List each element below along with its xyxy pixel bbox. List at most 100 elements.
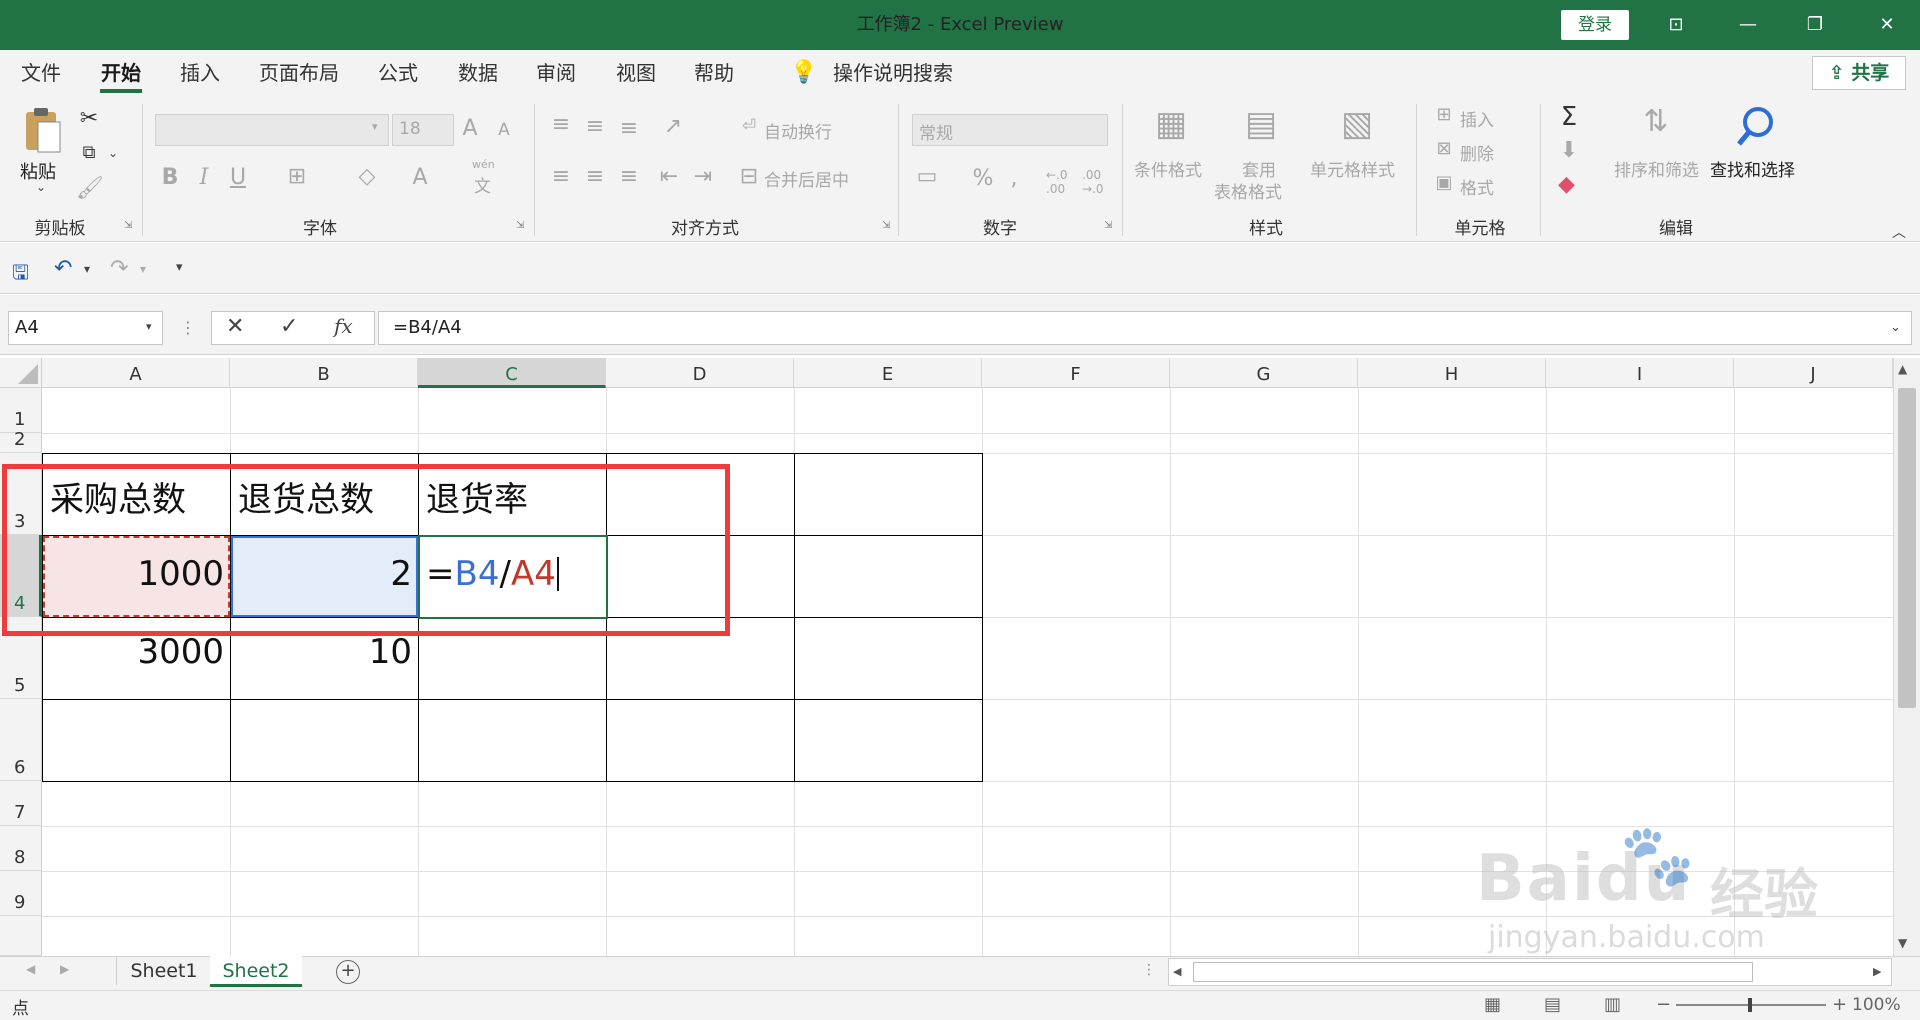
menu-review[interactable]: 审阅 — [530, 50, 582, 96]
select-all-corner[interactable] — [0, 358, 42, 388]
zoom-out-icon[interactable]: − — [1656, 994, 1671, 1015]
column-header-c[interactable]: C — [418, 358, 606, 388]
sheet-tab-sheet2[interactable]: Sheet2 — [210, 956, 302, 987]
tab-splitter-icon[interactable]: ⋮ — [1142, 962, 1156, 978]
find-select-icon[interactable] — [1734, 104, 1778, 148]
sort-filter-icon[interactable]: ⇅ — [1636, 104, 1676, 139]
save-icon[interactable]: 🖫 — [12, 258, 29, 292]
clear-icon[interactable]: ◆ — [1558, 172, 1584, 197]
sort-filter-label[interactable]: 排序和筛选 — [1614, 156, 1699, 181]
menu-page-layout[interactable]: 页面布局 — [254, 50, 344, 96]
wrap-text-label[interactable]: 自动换行 — [764, 118, 832, 143]
dialog-launcher-icon[interactable]: ⇲ — [882, 220, 894, 232]
scroll-thumb[interactable] — [1898, 388, 1916, 708]
fill-color-icon[interactable]: ◇ — [354, 164, 380, 189]
number-format-box[interactable]: 常规 — [912, 114, 1108, 146]
cell-b5[interactable]: 10 — [232, 632, 418, 672]
format-painter-icon[interactable]: 🖌 — [76, 176, 104, 201]
prev-sheet-icon[interactable]: ◀ — [26, 962, 35, 976]
chevron-down-icon[interactable]: ▾ — [84, 262, 90, 276]
menu-view[interactable]: 视图 — [610, 50, 662, 96]
scroll-left-icon[interactable]: ◀ — [1173, 965, 1181, 978]
row-header-9[interactable]: 9 — [0, 871, 42, 916]
percent-icon[interactable]: % — [972, 166, 994, 191]
increase-decimal-icon[interactable]: ←.0 .00 — [1046, 168, 1072, 196]
paste-icon[interactable] — [22, 104, 62, 156]
bold-icon[interactable]: B — [160, 165, 180, 190]
redo-icon[interactable]: ↷ — [110, 256, 128, 281]
align-left-icon[interactable]: ≡ — [548, 164, 574, 189]
add-sheet-icon[interactable]: + — [336, 960, 360, 984]
menu-data[interactable]: 数据 — [452, 50, 504, 96]
column-header-a[interactable]: A — [42, 358, 230, 388]
copy-icon[interactable]: ⧉ — [76, 142, 102, 163]
format-as-table-icon[interactable]: ▤ — [1240, 104, 1282, 144]
menu-file[interactable]: 文件 — [14, 50, 68, 96]
delete-cells-label[interactable]: 删除 — [1460, 140, 1494, 165]
chevron-down-icon[interactable]: ⌄ — [108, 146, 118, 160]
normal-view-icon[interactable]: ▦ — [1484, 994, 1501, 1015]
wrap-text-icon[interactable]: ⏎ — [738, 116, 760, 136]
formula-input[interactable]: =B4/A4 — [378, 311, 1912, 345]
enter-icon[interactable]: ✓ — [280, 314, 298, 339]
vertical-scrollbar[interactable]: ▲ ▼ — [1893, 358, 1920, 956]
align-right-icon[interactable]: ≡ — [616, 164, 642, 189]
comma-icon[interactable]: , — [1006, 166, 1022, 191]
underline-icon[interactable]: U — [228, 165, 248, 190]
autosum-icon[interactable]: Σ — [1556, 102, 1582, 132]
font-name-box[interactable] — [155, 114, 389, 146]
fill-icon[interactable]: ⬇ — [1556, 138, 1582, 163]
close-icon[interactable]: ✕ — [1862, 8, 1912, 42]
conditional-format-icon[interactable]: ▦ — [1150, 104, 1192, 144]
column-header-f[interactable]: F — [982, 358, 1170, 388]
restore-icon[interactable]: ❐ — [1790, 8, 1840, 42]
find-select-label[interactable]: 查找和选择 — [1710, 156, 1795, 181]
cell-styles-icon[interactable]: ▧ — [1336, 104, 1378, 144]
row-header-6[interactable]: 6 — [0, 699, 42, 781]
font-size-box[interactable]: 18 — [392, 114, 454, 146]
row-header-7[interactable]: 7 — [0, 781, 42, 826]
column-header-g[interactable]: G — [1170, 358, 1358, 388]
column-header-h[interactable]: H — [1358, 358, 1546, 388]
column-header-i[interactable]: I — [1546, 358, 1734, 388]
column-header-b[interactable]: B — [230, 358, 418, 388]
undo-icon[interactable]: ↶ — [54, 256, 72, 281]
cancel-icon[interactable]: ✕ — [226, 314, 244, 339]
scroll-thumb[interactable] — [1193, 962, 1753, 982]
scroll-right-icon[interactable]: ▶ — [1873, 965, 1881, 978]
borders-icon[interactable]: ⊞ — [284, 164, 310, 189]
row-header-10[interactable] — [0, 916, 42, 956]
italic-icon[interactable]: I — [194, 165, 214, 190]
align-bottom-icon[interactable]: ≡ — [616, 116, 642, 141]
row-header-8[interactable]: 8 — [0, 826, 42, 871]
format-as-table-label-2[interactable]: 表格格式 — [1214, 178, 1282, 203]
merge-center-label[interactable]: 合并后居中 — [764, 166, 849, 191]
zoom-in-icon[interactable]: + — [1832, 994, 1847, 1015]
scroll-up-icon[interactable]: ▲ — [1898, 362, 1907, 376]
align-top-icon[interactable]: ≡ — [548, 112, 574, 137]
conditional-format-label[interactable]: 条件格式 — [1134, 156, 1202, 181]
font-color-icon[interactable]: A — [410, 165, 430, 190]
insert-cells-icon[interactable]: ⊞ — [1432, 104, 1456, 125]
chevron-down-icon[interactable]: ▾ — [372, 120, 378, 133]
cell-styles-label[interactable]: 单元格样式 — [1310, 156, 1395, 181]
login-button[interactable]: 登录 — [1561, 10, 1629, 40]
insert-function-icon[interactable]: fx — [334, 314, 353, 338]
name-box[interactable]: A4 — [8, 311, 163, 345]
cell-a5[interactable]: 3000 — [44, 632, 230, 672]
column-header-j[interactable]: J — [1734, 358, 1893, 388]
horizontal-scrollbar[interactable]: ◀ ▶ — [1168, 958, 1892, 986]
increase-indent-icon[interactable]: ⇥ — [690, 164, 716, 189]
row-header-2[interactable]: 2 — [0, 429, 42, 453]
format-cells-icon[interactable]: ▣ — [1432, 172, 1456, 193]
sheet-tab-sheet1[interactable]: Sheet1 — [118, 956, 210, 987]
next-sheet-icon[interactable]: ▶ — [60, 962, 69, 976]
chevron-down-icon[interactable]: ⌄ — [36, 180, 46, 194]
menu-insert[interactable]: 插入 — [174, 50, 226, 96]
grow-font-icon[interactable]: A — [460, 116, 480, 141]
customize-qat-icon[interactable]: ▾ — [176, 260, 183, 275]
scroll-down-icon[interactable]: ▼ — [1898, 936, 1907, 950]
merge-center-icon[interactable]: ⊟ — [736, 164, 762, 189]
orientation-icon[interactable]: ↗ — [660, 114, 686, 139]
decrease-decimal-icon[interactable]: .00 →.0 — [1082, 168, 1108, 196]
